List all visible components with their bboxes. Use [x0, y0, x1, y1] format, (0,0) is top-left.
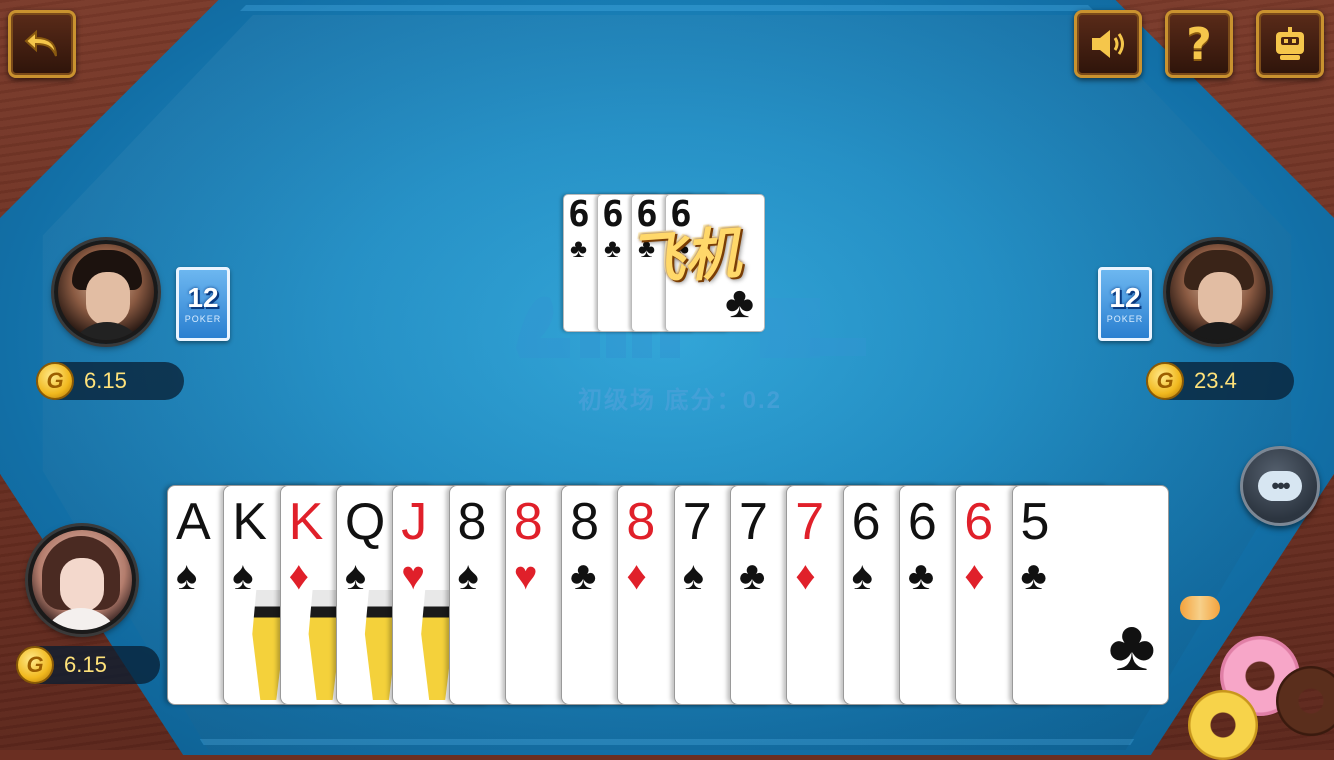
- help-button[interactable]: ?: [1165, 10, 1233, 78]
- card-rank: 6: [602, 194, 624, 235]
- hand-card[interactable]: 5 ♣ ♣: [1011, 485, 1169, 705]
- sound-button[interactable]: [1074, 10, 1142, 78]
- card-suit: ♥: [401, 554, 425, 598]
- room-info: 初级场 底分：0.2: [578, 387, 783, 414]
- back-button[interactable]: [8, 10, 76, 78]
- card-suit: ♠: [176, 554, 198, 598]
- chat-bubble-icon: •••: [1258, 471, 1302, 501]
- auto-play-button[interactable]: [1256, 10, 1324, 78]
- card-rank: 6: [851, 493, 881, 551]
- left-coins-value: 6.15: [84, 368, 127, 393]
- coin-icon: G: [36, 362, 74, 400]
- card-rank: 8: [570, 493, 600, 551]
- right-player-avatar[interactable]: [1166, 240, 1270, 344]
- card-suit: ♦: [964, 554, 985, 598]
- self-coins-value: 6.15: [64, 652, 107, 677]
- self-player-coins: G 6.15: [16, 646, 160, 684]
- card-rank: 6: [568, 194, 590, 235]
- card-rank: 8: [626, 493, 656, 551]
- card-suit: ♦: [626, 554, 647, 598]
- right-card-back-label: POKER: [1106, 314, 1144, 324]
- card-rank: 5: [1020, 493, 1050, 551]
- right-player-coins: G 23.4: [1146, 362, 1294, 400]
- speaker-icon: [1092, 30, 1124, 58]
- card-suit: ♠: [682, 554, 704, 598]
- card-rank: Q: [344, 493, 386, 551]
- card-suit: ♠: [851, 554, 873, 598]
- card-suit: ♣: [604, 233, 622, 263]
- self-player-avatar[interactable]: [28, 526, 136, 634]
- left-card-back-label: POKER: [184, 314, 222, 324]
- left-player-coins: G 6.15: [36, 362, 184, 400]
- card-rank: K: [288, 493, 324, 551]
- combo-label: 飞机: [626, 220, 743, 294]
- chat-button[interactable]: •••: [1240, 446, 1320, 526]
- card-rank: 6: [907, 493, 937, 551]
- card-rank: A: [176, 493, 211, 551]
- card-suit: ♦: [288, 554, 310, 598]
- card-suit: ♦: [795, 554, 816, 598]
- card-rank: 8: [513, 493, 543, 551]
- left-player-avatar[interactable]: [54, 240, 158, 344]
- card-rank: 7: [682, 493, 712, 551]
- question-icon: ?: [1186, 18, 1212, 70]
- coin-icon: G: [16, 646, 54, 684]
- card-rank: 7: [795, 493, 825, 551]
- card-big-suit: ♣: [1108, 606, 1156, 686]
- card-suit: ♣: [907, 554, 935, 598]
- card-rank: K: [232, 493, 267, 551]
- left-player-card-count: 12 POKER: [176, 267, 230, 341]
- card-suit: ♣: [570, 554, 597, 598]
- card-suit: ♠: [344, 554, 367, 598]
- right-cards-left: 12: [1109, 282, 1141, 313]
- right-player-card-count: 12 POKER: [1098, 267, 1152, 341]
- card-rank: J: [401, 493, 428, 551]
- card-rank: 6: [964, 493, 994, 551]
- card-suit: ♣: [1020, 554, 1047, 598]
- right-coins-value: 23.4: [1194, 368, 1237, 393]
- coin-icon: G: [1146, 362, 1184, 400]
- card-suit: ♠: [232, 554, 254, 598]
- card-suit: ♣: [570, 233, 588, 263]
- back-arrow-icon: [24, 29, 57, 57]
- card-suit: ♥: [513, 554, 538, 598]
- card-rank: 8: [457, 493, 487, 551]
- card-rank: 7: [739, 493, 768, 551]
- candy-decoration: [1180, 596, 1220, 620]
- left-cards-left: 12: [187, 282, 219, 313]
- robot-icon: [1276, 27, 1304, 60]
- card-suit: ♣: [739, 554, 766, 598]
- card-suit: ♠: [457, 554, 479, 598]
